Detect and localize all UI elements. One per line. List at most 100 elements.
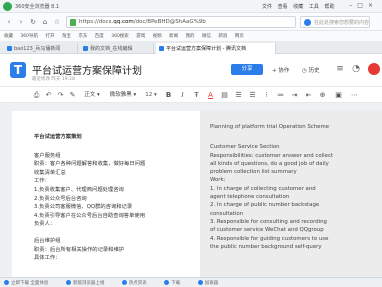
browser-titlebar: 360安全浏览器 8.1 文件 查看 收藏 工具 帮助 –□× [0, 0, 382, 13]
redo-icon[interactable]: ↷ [56, 91, 65, 100]
font-size-select[interactable]: 12 ▾ [143, 91, 159, 100]
tencent-docs-logo[interactable]: T [10, 62, 26, 78]
bookmark-item[interactable]: 百度 [95, 34, 104, 39]
search-placeholder: 在此处搜索您想要的内容 [314, 20, 370, 26]
bookmark-item[interactable]: 网页 [235, 34, 244, 39]
highlight-icon[interactable]: ▤ [220, 91, 229, 100]
bookmark-item[interactable]: 收藏 [4, 34, 13, 39]
maximize-icon[interactable]: □ [357, 2, 368, 9]
doc-page[interactable]: 平台试运营方案策划 客户服务组 职责：客户各种问题解答和收集，做好每日问题 收集… [12, 111, 382, 277]
bookmark-item[interactable]: 新浪 [218, 34, 227, 39]
translation-pane: Planning of platform trial Operation Sch… [200, 111, 382, 277]
notification-icon[interactable]: ◔ [351, 64, 361, 74]
paragraph-style-select[interactable]: 正文 ▾ [80, 91, 104, 100]
font-color-icon[interactable]: A [206, 91, 215, 100]
bookmark-item[interactable]: 视频 [153, 34, 162, 39]
status-icon [65, 280, 71, 285]
lock-icon [70, 19, 76, 26]
tab-current-doc[interactable]: 平台试运营方案保障计划 - 腾讯文档 [156, 43, 276, 54]
text-line: Responsibilities: customer answer and co… [210, 152, 334, 159]
star-icon[interactable]: ☆ [52, 17, 62, 27]
bookmark-item[interactable]: 淘宝 [62, 34, 71, 39]
refresh-icon[interactable]: ↻ [28, 17, 38, 27]
chinese-column: 平台试运营方案策划 客户服务组 职责：客户各种问题解答和收集，做好每日问题 收集… [34, 133, 184, 263]
share-button[interactable]: 分享 [231, 64, 263, 75]
history-button[interactable]: ◷ 历史 [302, 66, 320, 74]
menu-view[interactable]: 查看 [278, 4, 288, 10]
text-line: 后台维护组 [34, 237, 61, 244]
format-toolbar: ⎙ ↶ ↷ ✎ 正文 ▾ 微软雅黑 ▾ 12 ▾ B I Ŧ A ▤ ☰ ☰ ⁝… [0, 87, 382, 103]
more-icon[interactable]: ⋯ [350, 91, 359, 100]
status-item[interactable]: 加速器 [197, 280, 227, 286]
status-item[interactable]: 新版浏览器上线 [65, 280, 113, 286]
status-icon [4, 280, 9, 285]
menu-tools[interactable]: 工具 [309, 4, 319, 10]
strikethrough-icon[interactable]: Ŧ [192, 91, 201, 100]
text-line: agent telephone consultation [210, 194, 290, 201]
menu-file[interactable]: 文件 [262, 4, 272, 10]
insert-image-icon[interactable]: ▣ [334, 91, 343, 100]
text-line: of customer service WeChat and QQgroup [210, 227, 324, 234]
text-line: 收集清单汇总 [34, 169, 66, 176]
bookmark-item[interactable]: 微信 [202, 34, 211, 39]
text-line: all kinds of questions, do a good job of… [210, 160, 329, 167]
doc-title[interactable]: 平台试运营方案保障计划 [32, 62, 142, 77]
browser-menu: 文件 查看 收藏 工具 帮助 [262, 3, 338, 10]
forward-icon[interactable]: › [16, 17, 26, 27]
close-icon[interactable]: × [368, 2, 378, 9]
undo-icon[interactable]: ↶ [44, 91, 53, 100]
menu-icon[interactable]: ≡ [335, 64, 345, 74]
bookmark-item[interactable]: 我的 [186, 34, 195, 39]
format-painter-icon[interactable]: ✎ [68, 91, 77, 100]
bookmark-item[interactable]: 打开 [45, 34, 54, 39]
text-line: 3.负责公司客服微信、QQ群的咨询和记录 [34, 204, 133, 211]
align-center-icon[interactable]: ☰ [248, 91, 257, 100]
text-line: 客户服务组 [34, 152, 61, 159]
bookmark-item[interactable]: 360导航 [20, 34, 38, 39]
text-line: 职责：后台所有相关操作的记录和维护 [34, 246, 125, 253]
url-input[interactable]: https://docs.qq.com/doc/BPeBHD@ShAaG%9b [66, 16, 296, 28]
outdent-icon[interactable]: ⇤ [304, 91, 313, 100]
bold-icon[interactable]: B [164, 91, 173, 100]
window-controls: –□× [349, 2, 378, 9]
collaborate-button[interactable]: + 协作 [272, 66, 289, 74]
doc-canvas: 平台试运营方案策划 客户服务组 职责：客户各种问题解答和收集，做好每日问题 收集… [0, 103, 382, 277]
insert-link-icon[interactable]: ⊕ [318, 91, 327, 100]
text-line: 职责：客户各种问题解答和收集，做好每日问题 [34, 161, 146, 168]
status-bar: 立即下载 全面体验 新版浏览器上线 热点资讯 下载 加速器 [0, 277, 382, 287]
status-icon [121, 280, 127, 285]
status-item[interactable]: 立即下载 全面体验 [4, 280, 56, 286]
text-line: 2. In charge of public number backstage [210, 202, 320, 209]
italic-icon[interactable]: I [178, 91, 187, 100]
tab-my-docs[interactable]: 我的文档_在线编辑 [80, 43, 154, 54]
english-column: Planning of platform trial Operation Sch… [210, 123, 380, 251]
bookmark-item[interactable]: 360搜索 [111, 34, 129, 39]
bookmark-item[interactable]: 京东 [78, 34, 87, 39]
text-line: problem collection list summary [210, 169, 297, 176]
status-icon [197, 280, 203, 285]
print-icon[interactable]: ⎙ [32, 91, 41, 100]
home-icon[interactable]: ⌂ [40, 17, 50, 27]
bookmark-item[interactable]: 新闻 [169, 34, 178, 39]
numbered-list-icon[interactable]: ≔ [276, 91, 285, 100]
tab-bao123[interactable]: bao123_兵马俑新闻 [4, 43, 78, 54]
status-item[interactable]: 下载 [164, 280, 188, 286]
align-left-icon[interactable]: ☰ [234, 91, 243, 100]
bookmark-item[interactable]: 游戏 [136, 34, 145, 39]
back-icon[interactable]: ‹ [4, 17, 14, 27]
tab-favicon-icon [7, 46, 12, 51]
text-line: 工作： [34, 178, 50, 185]
text-line: consultation [210, 210, 244, 217]
font-family-select[interactable]: 微软雅黑 ▾ [106, 91, 140, 100]
indent-icon[interactable]: ⇥ [290, 91, 299, 100]
status-item[interactable]: 热点资讯 [121, 280, 155, 286]
left-title: 平台试运营方案策划 [34, 134, 82, 140]
bulleted-list-icon[interactable]: ⁝ [262, 91, 271, 100]
menu-help[interactable]: 帮助 [324, 4, 334, 10]
text-line: 4.负责引导客户在公众号后台自助查询答单使用 [34, 212, 145, 219]
avatar[interactable] [368, 63, 380, 75]
menu-favorites[interactable]: 收藏 [293, 4, 303, 10]
text-line: 2.负责公众号后台咨询 [34, 195, 87, 202]
text-line: 1.负责收集客户、代理商问题处理咨询 [34, 186, 124, 193]
search-input[interactable]: 在此处搜索您想要的内容 [300, 16, 370, 28]
